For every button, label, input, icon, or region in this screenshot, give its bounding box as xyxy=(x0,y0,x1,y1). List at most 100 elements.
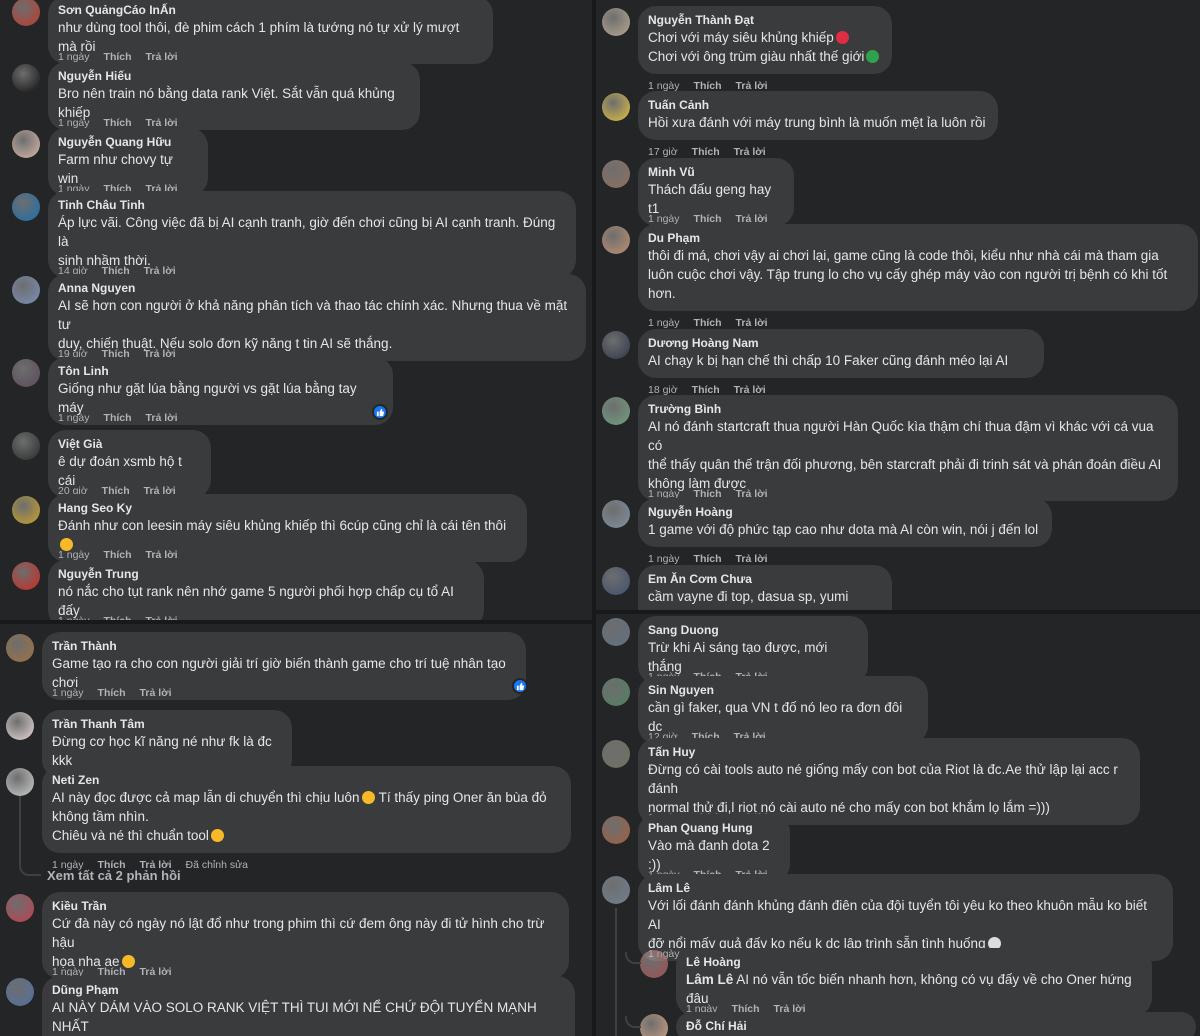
avatar[interactable] xyxy=(602,567,630,595)
comment-author[interactable]: Trường Bình xyxy=(648,401,1166,417)
like-reaction-icon[interactable] xyxy=(512,678,528,694)
comment-author[interactable]: Dũng Phạm xyxy=(52,982,563,998)
like-button[interactable]: Thích xyxy=(104,412,132,424)
comment-author[interactable]: Nguyễn Trung xyxy=(58,566,472,582)
emoji-icon xyxy=(361,791,375,804)
comment-timestamp[interactable]: 1 ngày xyxy=(648,553,680,565)
comment-bubble: Em Ăn Cơm Chưa cầm vayne đi top, dasua sp… xyxy=(638,565,892,610)
like-button[interactable]: Thích xyxy=(694,553,722,565)
comment-author[interactable]: Đỗ Chí Hải xyxy=(686,1018,1184,1034)
comment-author[interactable]: Trần Thanh Tâm xyxy=(52,716,280,732)
like-button[interactable]: Thích xyxy=(104,615,132,620)
comment-author[interactable]: Tôn Linh xyxy=(58,363,381,379)
comment-author[interactable]: Nguyễn Hoàng xyxy=(648,504,1040,520)
comment-text-line: hơn. xyxy=(648,286,676,301)
like-button[interactable]: Thích xyxy=(692,146,720,158)
comment-author[interactable]: Em Ăn Cơm Chưa xyxy=(648,571,880,587)
reply-button[interactable]: Trả lời xyxy=(140,687,172,699)
avatar[interactable] xyxy=(602,740,630,768)
comment-author[interactable]: Nguyễn Hiếu xyxy=(58,68,408,84)
avatar[interactable] xyxy=(602,876,630,904)
like-reaction-icon[interactable] xyxy=(372,404,388,420)
avatar[interactable] xyxy=(12,359,40,387)
comment-timestamp[interactable]: 1 ngày xyxy=(52,687,84,699)
comment-text: Với lối đánh đánh khủng đánh điên của độ… xyxy=(648,896,1161,934)
comment-bubble: Neti Zen AI này đọc được cả map lẫn di ch… xyxy=(42,766,571,853)
comment-text-line: AI nó đánh startcraft thua người Hàn Quố… xyxy=(648,419,1154,453)
comment-author[interactable]: Tấn Huy xyxy=(648,744,1128,760)
comment-text-line: AI này đọc được cả map lẫn di chuyển thì… xyxy=(52,790,360,805)
avatar[interactable] xyxy=(602,331,630,359)
avatar[interactable] xyxy=(6,712,34,740)
comment-text: thôi đi má, chơi vậy ai chơi lại, game c… xyxy=(648,246,1186,265)
comment-timestamp[interactable]: 1 ngày xyxy=(648,317,680,329)
comment-author[interactable]: Tuấn Cảnh xyxy=(648,97,986,113)
comment-author[interactable]: Sin Nguyen xyxy=(648,682,916,698)
comment-timestamp[interactable]: 1 ngày xyxy=(58,615,90,620)
comment-author[interactable]: Lâm Lê xyxy=(648,880,1161,896)
mention-link[interactable]: Lâm Lê xyxy=(686,972,733,987)
avatar[interactable] xyxy=(12,64,40,92)
comment-author[interactable]: Nguyễn Thành Đạt xyxy=(648,12,880,28)
avatar[interactable] xyxy=(12,0,40,26)
comment-author[interactable]: Nguyễn Quang Hữu xyxy=(58,134,196,150)
comment-author[interactable]: Anna Nguyen xyxy=(58,280,574,296)
comment-actions: 1 ngày Thích Trả lời xyxy=(58,412,192,424)
comment-text-line: luôn cuộc chơi vậy. Tập trung lo cho vụ … xyxy=(648,267,1168,282)
avatar[interactable] xyxy=(602,500,630,528)
like-button[interactable]: Thích xyxy=(98,687,126,699)
avatar[interactable] xyxy=(12,193,40,221)
comment-bubble: Nguyễn Trung nó nắc cho tụt rank nên nhớ … xyxy=(48,560,484,620)
comment-text: AI sẽ hơn con người ở khả năng phân tích… xyxy=(58,296,574,334)
comments-panel-top-right: Nguyễn Thành Đạt Chơi với máy siêu khủng … xyxy=(596,0,1200,610)
avatar[interactable] xyxy=(602,618,630,646)
comment-timestamp[interactable]: 17 giờ xyxy=(648,146,678,158)
avatar[interactable] xyxy=(640,1014,668,1036)
like-button[interactable]: Thích xyxy=(694,317,722,329)
reply-button[interactable]: Trả lời xyxy=(734,146,766,158)
comment-author[interactable]: Lê Hoàng xyxy=(686,954,1140,970)
comment-bubble: Du Phạm thôi đi má, chơi vậy ai chơi lại,… xyxy=(638,224,1198,311)
avatar[interactable] xyxy=(12,496,40,524)
reply-button[interactable]: Trả lời xyxy=(146,412,178,424)
reply-button[interactable]: Trả lời xyxy=(146,615,178,620)
comment-author[interactable]: Dương Hoàng Nam xyxy=(648,335,1032,351)
comment-author[interactable]: Sang Duong xyxy=(648,622,856,638)
avatar[interactable] xyxy=(6,894,34,922)
avatar[interactable] xyxy=(12,562,40,590)
reply-button[interactable]: Trả lời xyxy=(736,553,768,565)
avatar[interactable] xyxy=(6,978,34,1006)
comment-author[interactable]: Trần Thành xyxy=(52,638,514,654)
comment-author[interactable]: Phan Quang Hung xyxy=(648,820,778,836)
reply-button[interactable]: Trả lời xyxy=(736,317,768,329)
avatar[interactable] xyxy=(602,160,630,188)
avatar[interactable] xyxy=(602,226,630,254)
view-all-replies-link[interactable]: Xem tất cả 2 phản hồi xyxy=(47,868,181,883)
comment-author[interactable]: Du Phạm xyxy=(648,230,1186,246)
avatar[interactable] xyxy=(12,432,40,460)
avatar[interactable] xyxy=(602,678,630,706)
avatar[interactable] xyxy=(12,276,40,304)
comment-author[interactable]: Minh Vũ xyxy=(648,164,782,180)
avatar[interactable] xyxy=(12,130,40,158)
comment-text: Chiêu và né thì chuẩn tool xyxy=(52,826,559,845)
comment-author[interactable]: Sơn QuảngCáo InẤn xyxy=(58,2,481,18)
comment-text: AI chạy k bị hạn chế thì chấp 10 Faker c… xyxy=(648,351,1032,370)
avatar[interactable] xyxy=(602,8,630,36)
comment-author[interactable]: Việt Già xyxy=(58,436,199,452)
avatar[interactable] xyxy=(6,634,34,662)
avatar[interactable] xyxy=(602,816,630,844)
avatar[interactable] xyxy=(602,93,630,121)
comment-text-line: ê dự đoán xsmb hộ t cái xyxy=(58,454,182,488)
avatar[interactable] xyxy=(6,768,34,796)
comment-text-line: Chiêu và né thì chuẩn tool xyxy=(52,828,209,843)
comment-author[interactable]: Neti Zen xyxy=(52,772,559,788)
avatar[interactable] xyxy=(640,950,668,978)
comment-timestamp[interactable]: 1 ngày xyxy=(58,412,90,424)
comment-author[interactable]: Kiều Trần xyxy=(52,898,557,914)
laughing-emoji-icon xyxy=(210,829,224,842)
reply-thread-curve xyxy=(625,952,641,964)
avatar[interactable] xyxy=(602,397,630,425)
comment-author[interactable]: Hang Seo Ky xyxy=(58,500,515,516)
comment-author[interactable]: Tinh Châu Tinh xyxy=(58,197,564,213)
